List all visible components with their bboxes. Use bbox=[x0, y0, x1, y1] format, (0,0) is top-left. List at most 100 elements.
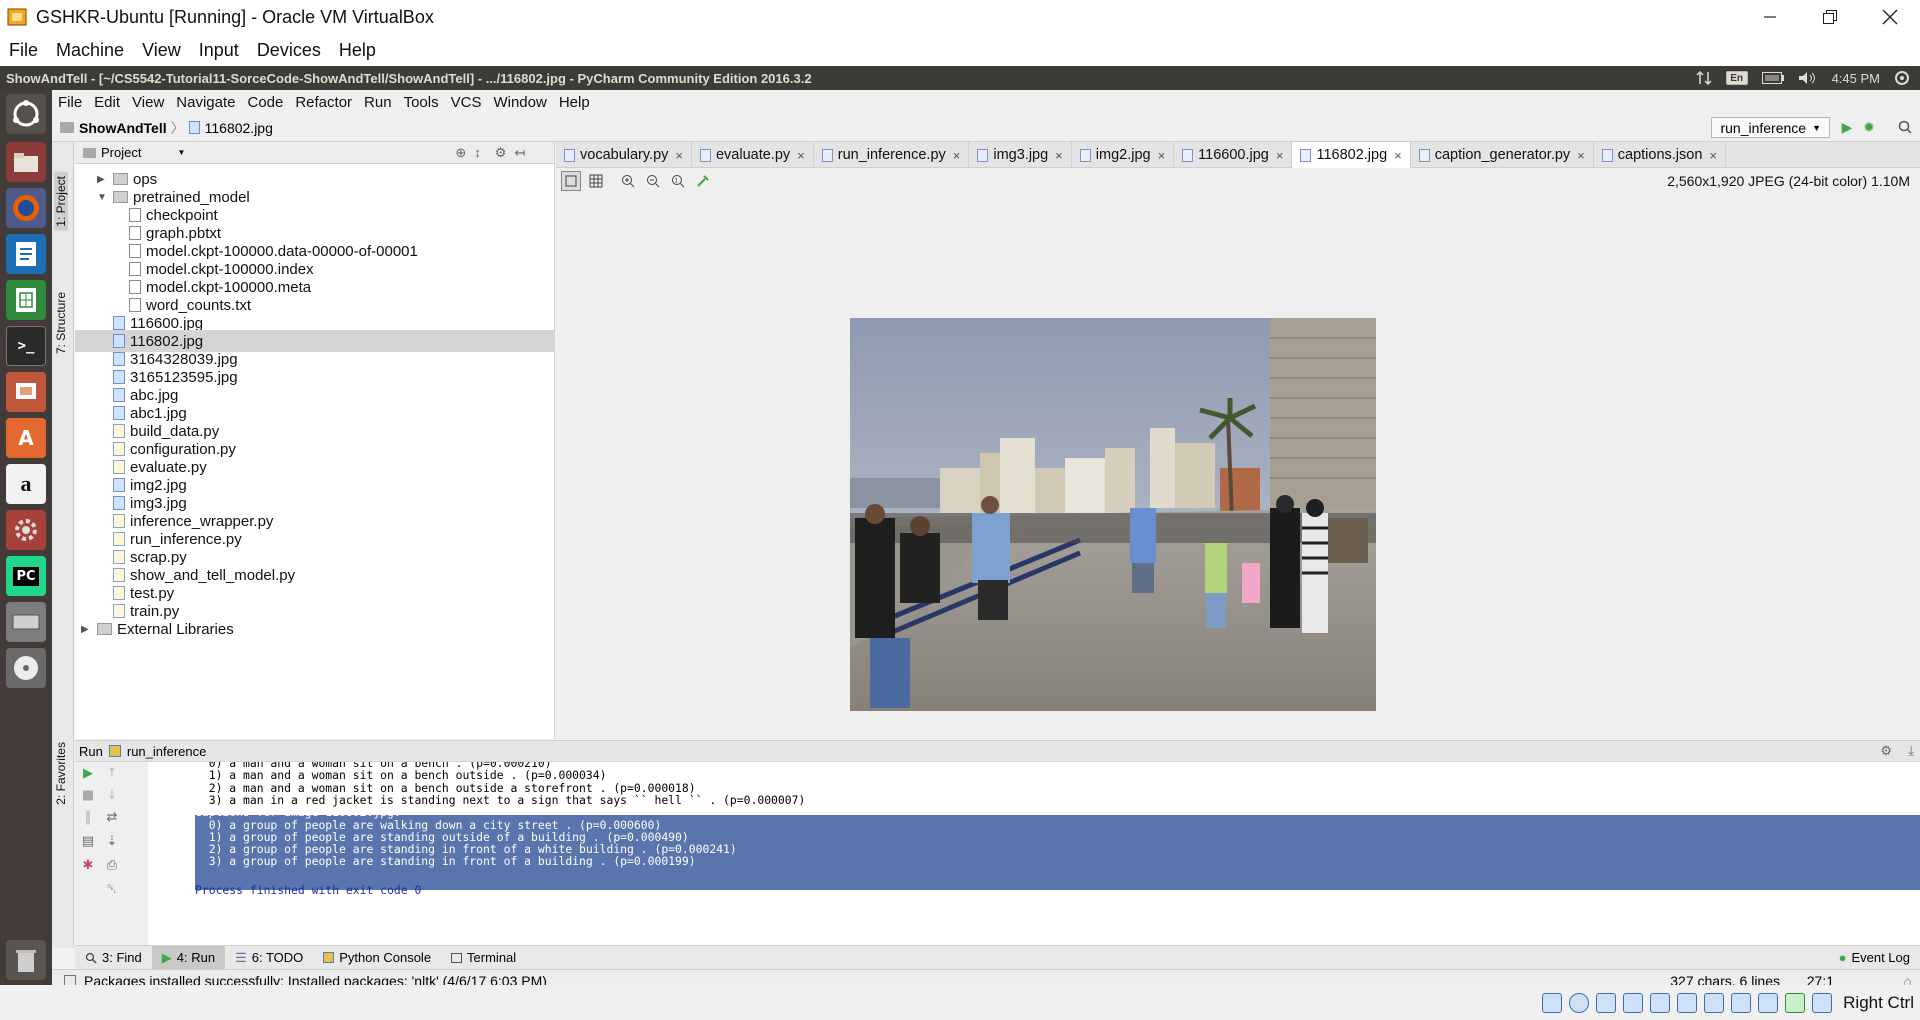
vbox-menu-input[interactable]: Input bbox=[199, 40, 239, 61]
grid-toggle-icon[interactable] bbox=[586, 171, 606, 191]
dvd-icon[interactable] bbox=[6, 648, 46, 688]
drive-icon[interactable] bbox=[6, 602, 46, 642]
menu-tools[interactable]: Tools bbox=[404, 94, 439, 111]
audio-icon[interactable] bbox=[1596, 992, 1617, 1013]
editor-tab[interactable]: 116600.jpg × bbox=[1174, 142, 1293, 168]
menu-view[interactable]: View bbox=[132, 94, 164, 111]
tool-find-button[interactable]: 3: Find bbox=[75, 946, 152, 970]
chevron-down-icon[interactable]: ▼ bbox=[177, 148, 185, 157]
software-center-icon[interactable]: A bbox=[6, 418, 46, 458]
mouse-integration-icon[interactable] bbox=[1785, 992, 1806, 1013]
editor-tab[interactable]: caption_generator.py × bbox=[1411, 142, 1594, 168]
debug-bug-icon[interactable]: ✹ bbox=[1860, 118, 1878, 136]
editor-tab[interactable]: evaluate.py × bbox=[692, 142, 814, 168]
calc-icon[interactable] bbox=[6, 280, 46, 320]
event-log-button[interactable]: ● Event Log bbox=[1829, 946, 1920, 970]
network-updown-icon[interactable] bbox=[1696, 71, 1712, 85]
close-tab-icon[interactable]: × bbox=[1709, 148, 1717, 163]
stop-icon[interactable]: ■ bbox=[79, 786, 97, 804]
vbox-menu-help[interactable]: Help bbox=[339, 40, 376, 61]
impress-icon[interactable] bbox=[6, 372, 46, 412]
chevron-right-icon[interactable]: ▶ bbox=[81, 624, 93, 635]
editor-tab[interactable]: img2.jpg × bbox=[1072, 142, 1175, 168]
hide-panel-icon[interactable]: ↤ bbox=[514, 145, 525, 161]
run-button[interactable]: ▶ bbox=[1838, 118, 1856, 136]
close-button[interactable] bbox=[1860, 0, 1920, 34]
editor-tab[interactable]: captions.json × bbox=[1594, 142, 1726, 168]
close-tab-icon[interactable]: × bbox=[1394, 148, 1402, 163]
keyboard-capture-icon[interactable] bbox=[1812, 992, 1833, 1013]
vbox-menu-file[interactable]: File bbox=[9, 40, 38, 61]
rerun-icon[interactable]: ▶ bbox=[79, 764, 97, 782]
network-icon[interactable] bbox=[1623, 992, 1644, 1013]
run-console[interactable]: 0) a man and a woman sit on a bench . (p… bbox=[148, 762, 1920, 945]
menu-window[interactable]: Window bbox=[493, 94, 546, 111]
keyboard-layout-indicator[interactable]: En bbox=[1725, 71, 1748, 85]
tool-terminal-button[interactable]: Terminal bbox=[441, 946, 526, 970]
tool-python-console-button[interactable]: Python Console bbox=[313, 946, 441, 970]
settings-gear-icon[interactable]: ⚙ bbox=[495, 145, 507, 161]
trash-icon[interactable] bbox=[6, 940, 46, 980]
restore-layout-icon[interactable]: ▤ bbox=[79, 832, 97, 850]
pin-tab-icon[interactable]: ✱ bbox=[79, 856, 97, 874]
tool-tab-favorites[interactable]: 2: Favorites bbox=[54, 742, 68, 805]
tool-run-button[interactable]: ▶ 4: Run bbox=[151, 945, 226, 970]
scroll-from-source-icon[interactable]: ⊕ bbox=[455, 145, 466, 161]
close-tab-icon[interactable]: × bbox=[953, 148, 961, 163]
amazon-icon[interactable]: a bbox=[6, 464, 46, 504]
soft-wrap-icon[interactable]: ⇄ bbox=[103, 808, 121, 826]
collapse-all-icon[interactable]: ↕ bbox=[474, 145, 481, 160]
close-tab-icon[interactable]: × bbox=[1276, 148, 1284, 163]
up-stack-icon[interactable]: ↑ bbox=[103, 764, 121, 782]
vbox-menu-machine[interactable]: Machine bbox=[56, 40, 124, 61]
menu-refactor[interactable]: Refactor bbox=[295, 94, 352, 111]
scroll-to-end-icon[interactable]: ⇣ bbox=[103, 832, 121, 850]
tool-todo-button[interactable]: ☰ 6: TODO bbox=[225, 946, 313, 970]
search-everywhere-icon[interactable] bbox=[1896, 118, 1914, 136]
print-icon[interactable]: ⎙ bbox=[103, 856, 121, 874]
editor-tab[interactable]: img3.jpg × bbox=[969, 142, 1072, 168]
run-settings-gear-icon[interactable]: ⚙ bbox=[1880, 743, 1892, 759]
close-tab-icon[interactable]: × bbox=[1577, 148, 1585, 163]
battery-icon[interactable] bbox=[1761, 72, 1784, 84]
video-capture-icon[interactable] bbox=[1731, 992, 1752, 1013]
menu-edit[interactable]: Edit bbox=[94, 94, 120, 111]
editor-tab[interactable]: run_inference.py × bbox=[814, 142, 970, 168]
terminal-icon[interactable]: >_ bbox=[6, 326, 46, 366]
close-tab-icon[interactable]: × bbox=[675, 148, 683, 163]
menu-help[interactable]: Help bbox=[559, 94, 590, 111]
optical-drive-icon[interactable] bbox=[1569, 992, 1590, 1013]
minimize-button[interactable] bbox=[1740, 0, 1800, 34]
vbox-menu-view[interactable]: View bbox=[142, 40, 181, 61]
chevron-right-icon[interactable]: ▶ bbox=[97, 174, 109, 185]
settings-icon[interactable] bbox=[6, 510, 46, 550]
menu-code[interactable]: Code bbox=[247, 94, 283, 111]
pause-icon[interactable]: ‖ bbox=[79, 808, 97, 826]
close-tab-icon[interactable]: × bbox=[1158, 148, 1166, 163]
breadcrumb-file[interactable]: 116802.jpg bbox=[205, 120, 273, 136]
restore-button[interactable] bbox=[1800, 0, 1860, 34]
pycharm-icon[interactable]: PC bbox=[6, 556, 46, 596]
editor-tab[interactable]: 116802.jpg × bbox=[1292, 142, 1411, 168]
volume-icon[interactable] bbox=[1798, 71, 1818, 85]
menu-vcs[interactable]: VCS bbox=[451, 94, 482, 111]
color-picker-icon[interactable] bbox=[693, 171, 713, 191]
ubuntu-dash-icon[interactable] bbox=[6, 94, 46, 134]
cpu-icon[interactable] bbox=[1758, 992, 1779, 1013]
tool-tab-project[interactable]: 1: Project bbox=[54, 172, 68, 231]
usb-icon[interactable] bbox=[1650, 992, 1671, 1013]
writer-icon[interactable] bbox=[6, 234, 46, 274]
firefox-icon[interactable] bbox=[6, 188, 46, 228]
tool-tab-structure[interactable]: 7: Structure bbox=[54, 292, 68, 354]
files-icon[interactable] bbox=[6, 142, 46, 182]
zoom-out-icon[interactable] bbox=[643, 171, 663, 191]
zoom-in-icon[interactable] bbox=[618, 171, 638, 191]
power-gear-icon[interactable] bbox=[1894, 70, 1910, 86]
menu-run[interactable]: Run bbox=[364, 94, 392, 111]
close-tab-icon[interactable]: × bbox=[1055, 148, 1063, 163]
hide-panel-icon[interactable]: ⤓ bbox=[1908, 743, 1914, 759]
breadcrumb-project[interactable]: ShowAndTell bbox=[79, 120, 167, 136]
down-stack-icon[interactable]: ↓ bbox=[103, 786, 121, 804]
shared-folders-icon[interactable] bbox=[1677, 992, 1698, 1013]
clear-all-trash-icon[interactable]: ␡ bbox=[103, 880, 121, 898]
